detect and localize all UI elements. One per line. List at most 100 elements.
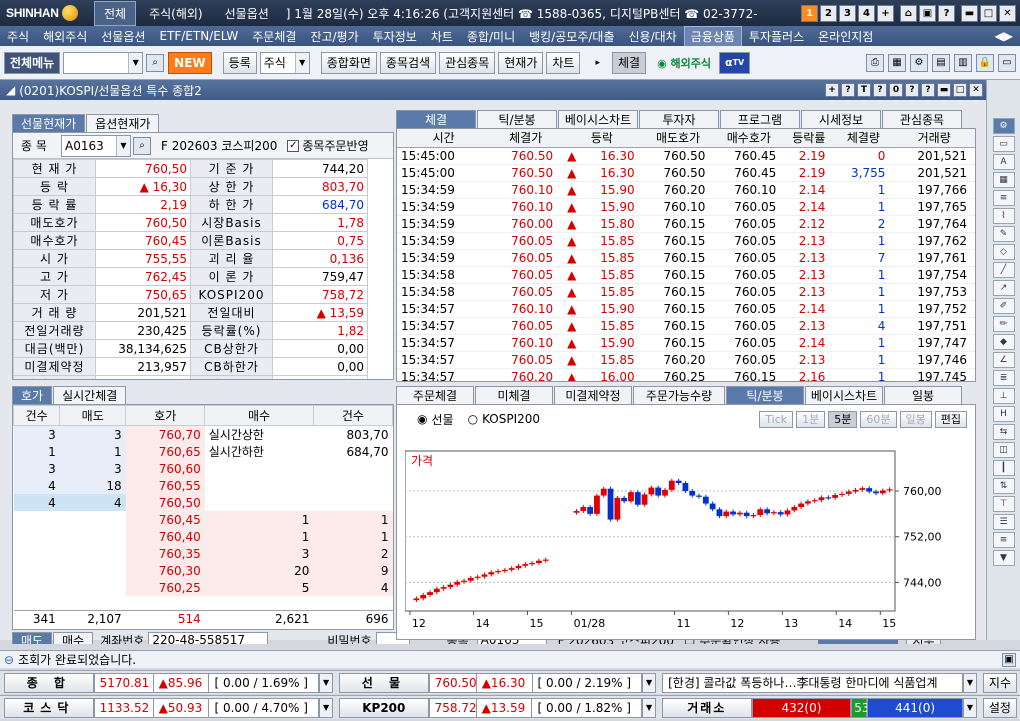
settings-icon[interactable]: ⚙ — [992, 118, 1015, 134]
pin-icon[interactable]: ⊤ — [992, 496, 1015, 512]
table-row[interactable]: 15:34:57 760.10 ▲ 15.90 760.15 760.05 2.14 1 197… — [397, 300, 975, 318]
column-header[interactable]: 등락률 — [784, 129, 834, 148]
column-header[interactable]: 거래량 — [893, 129, 975, 148]
split-icon[interactable]: ⇆ — [992, 424, 1015, 440]
edit-button[interactable]: 편집 — [934, 410, 967, 428]
current-price-button[interactable]: 현재가 — [498, 51, 544, 74]
tab-trade-4[interactable]: 프로그램 — [720, 110, 800, 128]
menu-item-6[interactable]: 투자정보 — [366, 28, 424, 45]
menu-item-0[interactable]: 주식 — [0, 28, 36, 45]
calculator-icon[interactable]: ▦ — [888, 53, 906, 72]
table-row[interactable]: 15:34:59 760.10 ▲ 15.90 760.20 760.10 2.14 1 197… — [397, 181, 975, 199]
fill-icon[interactable]: ◆ — [992, 334, 1015, 350]
tab-overseas-stock[interactable]: 주식(해외) — [140, 2, 212, 25]
search-icon[interactable]: ⌕ — [146, 53, 165, 72]
bid-row[interactable]: 760,25 5 4 — [14, 579, 393, 596]
tab-futures-options[interactable]: 선물옵션 — [216, 2, 278, 25]
sell-tab[interactable]: 매도 — [12, 632, 53, 644]
tab-realtime-trades[interactable]: 실시간체결 — [53, 386, 127, 404]
chevron-down-icon[interactable]: ▼ — [128, 52, 143, 73]
menu-item-5[interactable]: 잔고/평가 — [303, 28, 365, 45]
home-icon[interactable]: ⌂ — [900, 4, 917, 22]
chevron-down-icon[interactable]: ▼ — [642, 672, 657, 693]
tab-chart-3[interactable]: 주문가능수량 — [633, 386, 725, 404]
grid-icon[interactable]: ▦ — [992, 172, 1015, 188]
table-row[interactable]: 15:45:00 760.50 ▲ 16.30 760.50 760.45 2.19 0 201… — [397, 147, 975, 165]
menu-item-4[interactable]: 주문체결 — [245, 28, 303, 45]
candle-icon[interactable]: ┃ — [992, 460, 1015, 476]
info-icon[interactable]: ? — [921, 83, 935, 97]
menu-item-2[interactable]: 선물옵션 — [94, 28, 152, 45]
period-60min-button[interactable]: 60분 — [860, 410, 897, 428]
eraser-icon[interactable]: ◇ — [992, 244, 1015, 260]
chart-icon[interactable]: ⌇ — [992, 208, 1015, 224]
lock-icon[interactable]: 🔒 — [976, 53, 994, 72]
help-icon[interactable]: ? — [938, 4, 955, 22]
column-header[interactable]: 시간 — [397, 129, 491, 148]
period-daily-button[interactable]: 일봉 — [899, 410, 932, 428]
code-input[interactable]: A0163 ▼ — [61, 134, 131, 157]
tab-trade-0[interactable]: 체결 — [396, 110, 476, 128]
news-ticker[interactable]: [한경] 콜라값 폭등하나…李대통령 한마디에 식품업계 — [662, 672, 963, 693]
menu-item-8[interactable]: 종합/미니 — [460, 28, 522, 45]
page-4-button[interactable]: 4 — [858, 4, 875, 22]
futures-label[interactable]: 선 물 — [339, 672, 429, 693]
page-1-button[interactable]: 1 — [801, 4, 818, 22]
zero-icon[interactable]: 0 — [889, 83, 903, 97]
account-input[interactable]: 220-48-558517 — [148, 632, 269, 644]
tab-orderbook[interactable]: 호가 — [12, 386, 53, 404]
page-3-button[interactable]: 3 — [839, 4, 856, 22]
tab-options-price[interactable]: 옵션현재가 — [86, 114, 160, 132]
menu-item-7[interactable]: 차트 — [424, 28, 460, 45]
angle-icon[interactable]: ∠ — [992, 352, 1015, 368]
maximize-icon[interactable]: □ — [953, 83, 967, 97]
status-window-icon[interactable]: ▣ — [1002, 652, 1016, 667]
chevron-down-icon[interactable]: ▼ — [116, 135, 130, 156]
add-icon[interactable]: + — [825, 83, 839, 97]
ask-row[interactable]: 1 1 760,65 실시간하한 684,70 — [13, 443, 393, 460]
table-row[interactable]: 15:34:57 760.05 ▲ 15.85 760.15 760.05 2.13 4 197… — [397, 317, 975, 335]
tab-chart-5[interactable]: 베이시스차트 — [805, 386, 883, 404]
tab-chart-6[interactable]: 일봉 — [884, 386, 962, 404]
gear-icon[interactable]: ⚙ — [910, 53, 928, 72]
chevron-down-icon[interactable]: ▼ — [962, 672, 977, 693]
restore-icon[interactable]: □ — [980, 4, 997, 22]
minimize-icon[interactable]: ▬ — [937, 83, 951, 97]
cross-icon[interactable]: ⊥ — [992, 388, 1015, 404]
menu-item-9[interactable]: 뱅킹/공모주/대출 — [522, 28, 621, 45]
tab-trade-6[interactable]: 관심종목 — [882, 110, 962, 128]
menu-scroll-icon[interactable]: ◀▶ — [988, 29, 1020, 43]
chevron-down-icon[interactable]: ▼ — [319, 697, 333, 718]
new-button[interactable]: NEW — [168, 51, 212, 74]
stock-search-button[interactable]: 종목검색 — [379, 51, 437, 74]
settings-button[interactable]: 설정 — [982, 697, 1017, 718]
register-button[interactable]: 등록 — [222, 51, 257, 74]
kospi200-radio[interactable]: ○ — [468, 412, 478, 426]
bid-row[interactable]: 760,45 1 1 — [14, 511, 393, 528]
period-tick-button[interactable]: Tick — [759, 410, 794, 428]
close-icon[interactable]: ✕ — [999, 4, 1016, 22]
table-row[interactable]: 15:34:59 760.05 ▲ 15.85 760.15 760.05 2.13 1 197… — [397, 232, 975, 250]
menu-item-10[interactable]: 신용/대차 — [622, 28, 684, 45]
alpha-tv-button[interactable]: α TV — [719, 51, 751, 74]
column-header[interactable]: 체결량 — [833, 129, 894, 148]
ask-row[interactable]: 4 4 760,50 — [13, 494, 393, 511]
tab-chart-0[interactable]: 주문체결 — [396, 386, 474, 404]
list-icon[interactable]: ≡ — [992, 190, 1015, 206]
tab-chart-1[interactable]: 미체결 — [475, 386, 553, 404]
menu-item-13[interactable]: 온라인지점 — [811, 28, 880, 45]
screen-number-input[interactable]: ▼ — [63, 51, 144, 74]
chevron-down-icon[interactable]: ▼ — [319, 672, 334, 693]
exchange-label[interactable]: 거래소 — [662, 697, 752, 718]
tab-trade-2[interactable]: 베이시스차트 — [558, 110, 638, 128]
buy-tab[interactable]: 매수 — [53, 632, 94, 644]
tab-trade-1[interactable]: 틱/분봉 — [477, 110, 557, 128]
table-row[interactable]: 15:34:59 760.10 ▲ 15.90 760.10 760.05 2.14 1 197… — [397, 198, 975, 216]
fibo-icon[interactable]: ≣ — [992, 370, 1015, 386]
text-icon[interactable]: T — [857, 83, 871, 97]
arrow-icon[interactable]: ▸ — [595, 58, 600, 68]
bars-icon[interactable]: ≡ — [992, 532, 1015, 548]
menu-item-1[interactable]: 해외주식 — [36, 28, 94, 45]
compare-icon[interactable]: ⇅ — [992, 478, 1015, 494]
pen-icon[interactable]: ✎ — [992, 226, 1015, 242]
